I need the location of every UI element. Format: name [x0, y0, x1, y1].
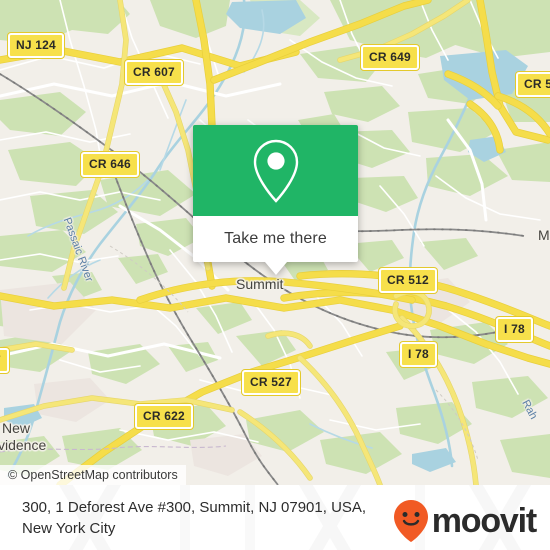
- take-me-there-label: Take me there: [224, 230, 327, 247]
- shield-i-78-west[interactable]: I 78: [400, 342, 437, 367]
- shield-cr-622[interactable]: CR 622: [135, 404, 193, 429]
- shield-i-78-east[interactable]: I 78: [496, 317, 533, 342]
- moovit-wordmark: moovit: [431, 502, 537, 540]
- shield-cr-512[interactable]: CR 512: [379, 268, 437, 293]
- map-canvas[interactable]: .lnd{fill:#f2efe9} .grn{fill:#cde2b3} .g…: [0, 0, 550, 485]
- location-callout-card[interactable]: Take me there: [193, 125, 358, 275]
- osm-attribution-text: © OpenStreetMap contributors: [8, 468, 178, 482]
- take-me-there-button[interactable]: Take me there: [193, 216, 358, 262]
- shield-cut-left[interactable]: 7: [0, 348, 9, 373]
- address-block: 300, 1 Deforest Ave #300, Summit, NJ 079…: [22, 497, 407, 539]
- shield-cr-646[interactable]: CR 646: [81, 152, 139, 177]
- shield-cr-527-s[interactable]: CR 527: [242, 370, 300, 395]
- callout-header: [193, 125, 358, 216]
- moovit-pin-icon: [393, 500, 428, 542]
- moovit-map-screenshot: .lnd{fill:#f2efe9} .grn{fill:#cde2b3} .g…: [0, 0, 550, 550]
- shield-cr-607[interactable]: CR 607: [125, 60, 183, 85]
- moovit-logo[interactable]: moovit: [393, 499, 537, 543]
- bottom-info-bar: 300, 1 Deforest Ave #300, Summit, NJ 079…: [0, 485, 550, 550]
- address-line-1: 300, 1 Deforest Ave #300, Summit, NJ 079…: [22, 498, 367, 516]
- osm-attribution[interactable]: © OpenStreetMap contributors: [0, 465, 186, 485]
- shield-nj-124[interactable]: NJ 124: [8, 33, 64, 58]
- map-pin-icon: [253, 139, 298, 203]
- address-line-2: New York City: [22, 519, 116, 537]
- shield-cr-649[interactable]: CR 649: [361, 45, 419, 70]
- shield-cr-527-ne[interactable]: CR 527: [516, 72, 550, 97]
- callout-pointer-tail: [264, 262, 287, 275]
